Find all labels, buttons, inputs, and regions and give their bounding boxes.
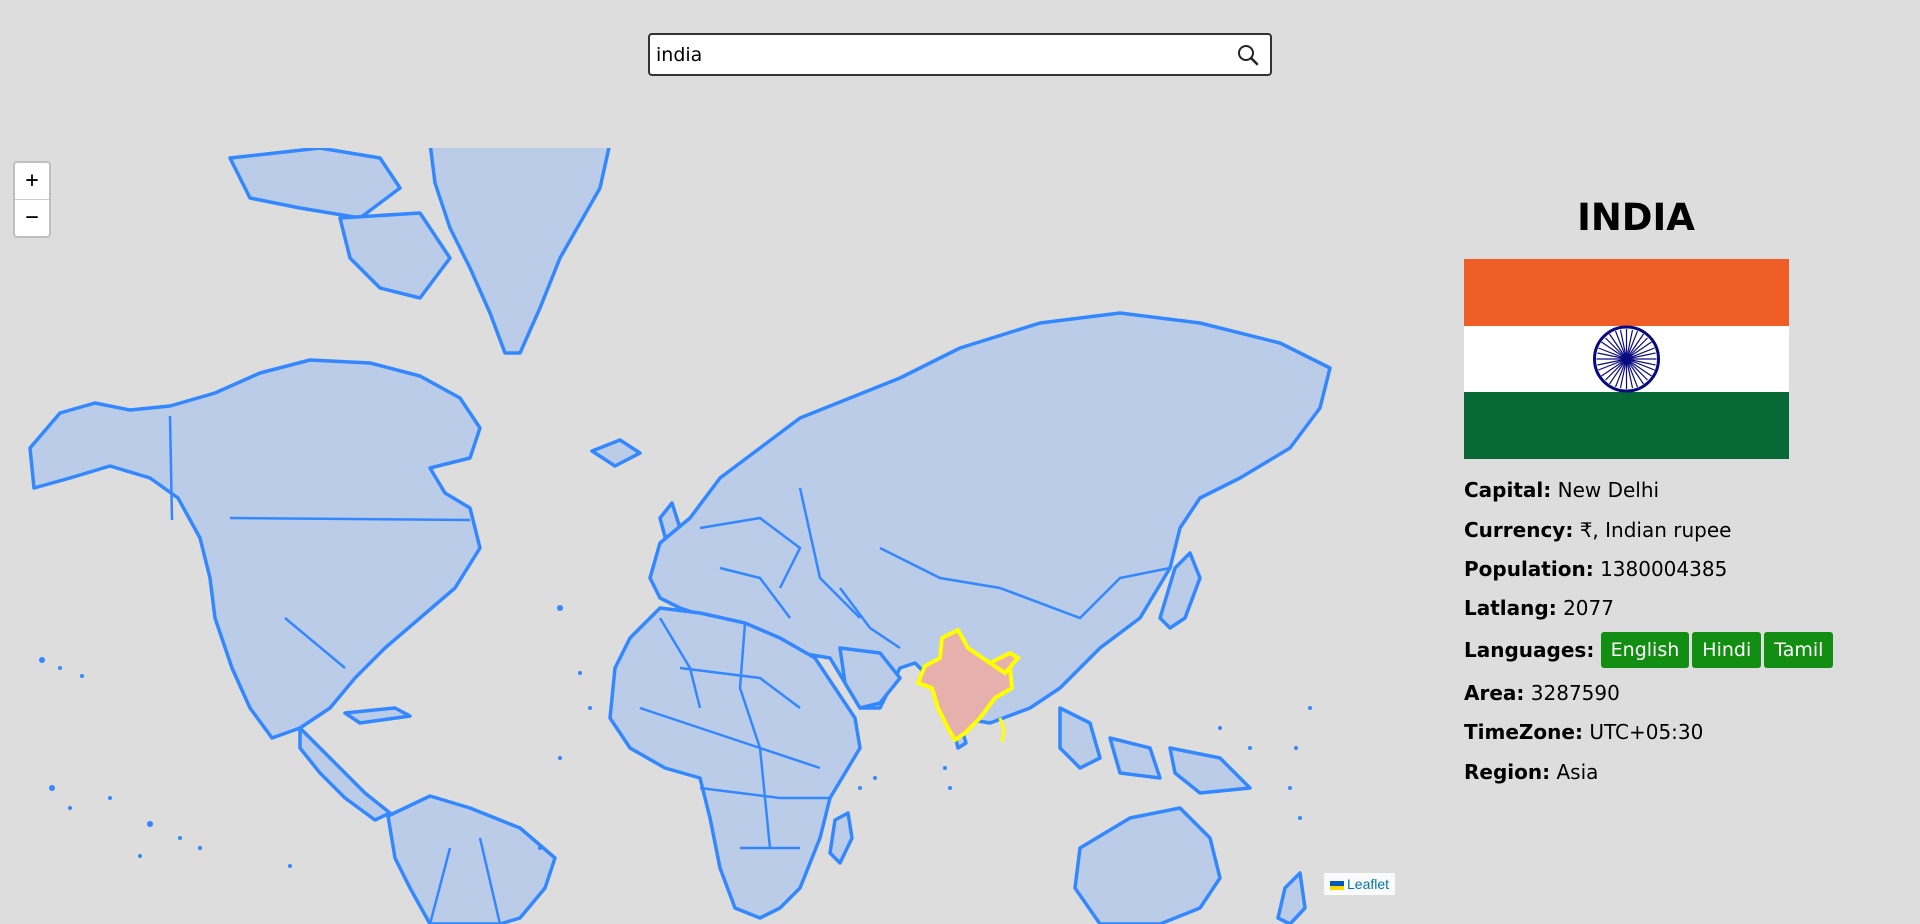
latlang-label: Latlang:: [1464, 596, 1557, 620]
timezone-row: TimeZone: UTC+05:30: [1464, 720, 1703, 744]
population-value: 1380004385: [1600, 557, 1728, 581]
zoom-out-button[interactable]: −: [15, 199, 49, 236]
capital-row: Capital: New Delhi: [1464, 478, 1659, 502]
currency-label: Currency:: [1464, 518, 1574, 542]
language-tag: Tamil: [1764, 632, 1834, 668]
search-input[interactable]: [656, 35, 1216, 74]
timezone-label: TimeZone:: [1464, 720, 1583, 744]
currency-value: ₹, Indian rupee: [1579, 518, 1732, 542]
search-icon[interactable]: [1236, 43, 1260, 67]
latlang-row: Latlang: 2077: [1464, 596, 1614, 620]
area-row: Area: 3287590: [1464, 681, 1620, 705]
country-name: INDIA: [1577, 196, 1695, 239]
language-tag: Hindi: [1692, 632, 1762, 668]
population-row: Population: 1380004385: [1464, 557, 1727, 581]
zoom-in-button[interactable]: +: [15, 163, 49, 199]
ukraine-flag-icon: [1330, 881, 1344, 890]
map-attribution: Leaflet: [1324, 873, 1396, 895]
latlang-value: 2077: [1563, 596, 1614, 620]
ashoka-chakra-icon: [1593, 325, 1660, 393]
capital-label: Capital:: [1464, 478, 1552, 502]
population-label: Population:: [1464, 557, 1594, 581]
north-america-shape: [28, 358, 482, 740]
timezone-value: UTC+05:30: [1589, 720, 1704, 744]
area-value: 3287590: [1530, 681, 1620, 705]
australia-shape: [1073, 806, 1222, 924]
leaflet-link[interactable]: Leaflet: [1347, 876, 1389, 892]
languages-row: Languages: English Hindi Tamil: [1464, 632, 1836, 668]
greenland-shape: [428, 148, 611, 355]
currency-row: Currency: ₹, Indian rupee: [1464, 518, 1731, 542]
area-label: Area:: [1464, 681, 1525, 705]
region-value: Asia: [1556, 760, 1599, 784]
language-tag: English: [1600, 632, 1690, 668]
capital-value: New Delhi: [1557, 478, 1660, 502]
languages-label: Languages:: [1464, 638, 1595, 662]
region-label: Region:: [1464, 760, 1551, 784]
world-map[interactable]: [0, 148, 1400, 924]
zoom-control: + −: [13, 161, 51, 238]
region-row: Region: Asia: [1464, 760, 1598, 784]
search-bar: [648, 33, 1272, 76]
country-flag: [1464, 259, 1789, 459]
south-america-shape: [386, 794, 557, 924]
